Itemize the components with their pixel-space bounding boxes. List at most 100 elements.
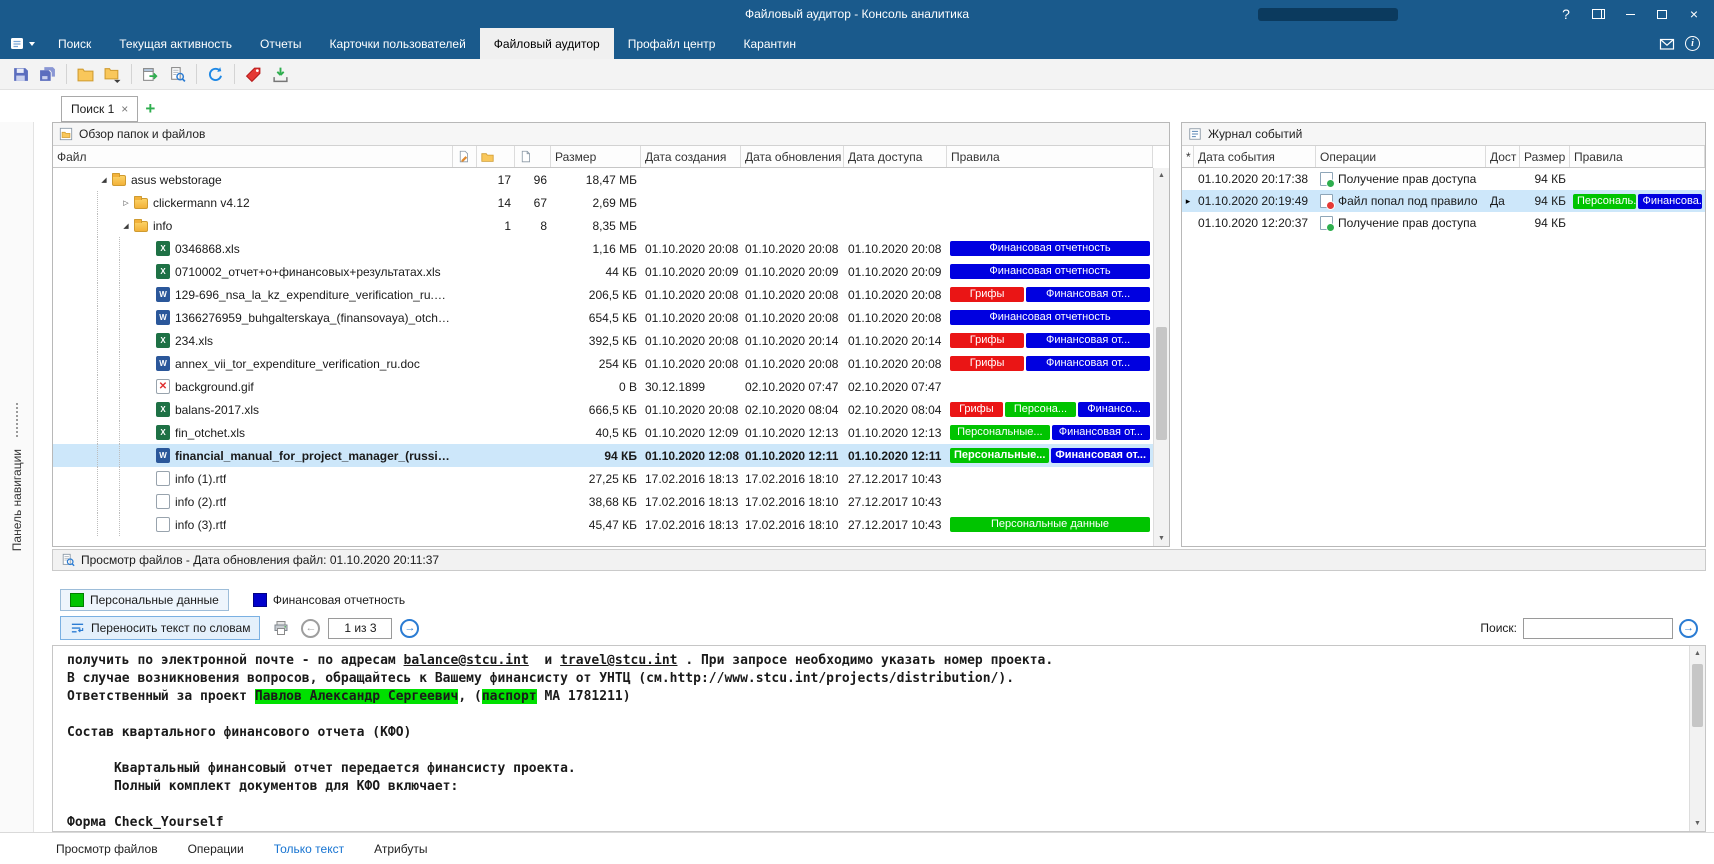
file-row[interactable]: info (2).rtf38,68 КБ17.02.2016 18:1317.0… [53,490,1153,513]
column-header[interactable]: Файл [53,146,453,167]
tree-expand-icon[interactable]: ◢ [97,176,111,184]
page-indicator[interactable]: 1 из 3 [328,618,392,639]
tree-guide [97,467,119,490]
bottom-tab[interactable]: Просмотр файлов [56,842,158,856]
help-button[interactable]: ? [1550,2,1582,26]
file-row[interactable]: info (1).rtf27,25 КБ17.02.2016 18:1317.0… [53,467,1153,490]
file-row[interactable]: ▷clickermann v4.1214672,69 МБ [53,191,1153,214]
download-button[interactable] [268,62,293,87]
file-name-cell: ◢info [53,214,453,237]
rule-tag-toggle[interactable]: Персональные данные [60,589,229,611]
save-all-button[interactable] [35,62,60,87]
minimize-button[interactable] [1614,2,1646,26]
folder-open-button[interactable] [73,62,98,87]
file-row[interactable]: Xbalans-2017.xls666,5 КБ01.10.2020 20:08… [53,398,1153,421]
scroll-down-icon[interactable]: ▼ [1690,816,1705,831]
file-row[interactable]: X0346868.xls1,16 МБ01.10.2020 20:0801.10… [53,237,1153,260]
file-row[interactable]: W129-696_nsa_la_kz_expenditure_verificat… [53,283,1153,306]
column-header[interactable]: Правила [1570,146,1705,167]
app-menu-button[interactable] [0,28,44,59]
file-row[interactable]: info (3).rtf45,47 КБ17.02.2016 18:1317.0… [53,513,1153,536]
preview-button[interactable] [165,62,190,87]
tree-expand-icon[interactable]: ◢ [119,222,133,230]
column-header[interactable]: Операции [1316,146,1486,167]
column-header[interactable]: Дата создания [641,146,741,167]
word-wrap-toggle-button[interactable]: Переносить текст по словам [60,616,260,640]
scrollbar-thumb[interactable] [1692,664,1703,727]
viewer-scrollbar[interactable]: ▲ ▼ [1689,646,1705,831]
info-icon[interactable]: i [1685,36,1700,51]
scrollbar-thumb[interactable] [1156,327,1167,440]
menu-item[interactable]: Поиск [44,28,105,59]
event-row[interactable]: 01.10.2020 20:17:38Получение прав доступ… [1182,168,1705,190]
event-row[interactable]: 01.10.2020 12:20:37Получение прав доступ… [1182,212,1705,234]
file-row[interactable]: X234.xls392,5 КБ01.10.2020 20:0801.10.20… [53,329,1153,352]
viewer-text[interactable]: получить по электронной почте - по адрес… [53,646,1689,831]
file-name-cell: info (2).rtf [53,490,453,513]
column-header[interactable] [515,146,551,167]
menu-item[interactable]: Профайл центр [614,28,730,59]
navigation-panel-label[interactable]: Панель навигации [10,449,24,551]
size-cell: 94 КБ [1520,190,1570,212]
file-row[interactable]: ◢asus webstorage179618,47 МБ [53,168,1153,191]
save-button[interactable] [8,62,33,87]
column-header[interactable]: Размер [1520,146,1570,167]
rule-tag-toggle[interactable]: Финансовая отчетность [243,589,415,611]
menu-item[interactable]: Отчеты [246,28,315,59]
file-row[interactable]: Wfinancial_manual_for_project_manager_(r… [53,444,1153,467]
splitter-grip-icon[interactable] [16,403,18,437]
search-input[interactable] [1523,618,1673,639]
file-row[interactable]: Wannex_vii_tor_expenditure_verification_… [53,352,1153,375]
document-tabstrip: Поиск 1 × + [0,90,1714,122]
bottom-tab[interactable]: Только текст [274,842,344,856]
add-tab-button[interactable]: + [138,96,162,122]
menu-item[interactable]: Карантин [729,28,809,59]
folder-dropdown-button[interactable] [100,62,125,87]
column-header[interactable]: Дата доступа [844,146,947,167]
accessed-cell: 01.10.2020 20:08 [844,306,947,329]
scroll-up-icon[interactable]: ▲ [1690,646,1705,661]
column-header[interactable]: Дата события [1194,146,1316,167]
tree-guide [97,398,119,421]
bottom-tab[interactable]: Операции [188,842,244,856]
column-header[interactable]: Размер [551,146,641,167]
refresh-button[interactable] [203,62,228,87]
column-header[interactable] [477,146,515,167]
navigation-panel[interactable]: Панель навигации [0,122,34,832]
menu-item[interactable]: Карточки пользователей [316,28,480,59]
print-button[interactable] [268,616,293,640]
tag-button[interactable] [241,62,266,87]
scroll-up-icon[interactable]: ▲ [1154,168,1169,183]
file-row[interactable]: ◢info188,35 МБ [53,214,1153,237]
next-page-button[interactable]: → [400,619,419,638]
column-header[interactable] [453,146,477,167]
file-row[interactable]: W1366276959_buhgalterskaya_(finansovaya)… [53,306,1153,329]
column-header[interactable]: Дост [1486,146,1520,167]
panel-toggle-button[interactable] [1582,2,1614,26]
file-row[interactable]: ✕background.gif0 В30.12.189902.10.2020 0… [53,375,1153,398]
bottom-tab[interactable]: Атрибуты [374,842,427,856]
column-header[interactable]: Правила [947,146,1153,167]
menu-item[interactable]: Файловый аудитор [480,28,614,59]
tab-search-1[interactable]: Поиск 1 × [61,96,138,122]
export-button[interactable] [138,62,163,87]
tree-expand-icon[interactable]: ▷ [119,199,133,207]
created-cell [641,214,741,237]
file-table-scrollbar[interactable]: ▲ ▼ [1153,168,1169,546]
file-row[interactable]: X0710002_отчет+о+финансовых+результатах.… [53,260,1153,283]
close-button[interactable]: × [1678,2,1710,26]
file-count-cell: 8 [515,214,551,237]
column-header[interactable]: * [1182,146,1194,167]
menu-item[interactable]: Текущая активность [105,28,246,59]
search-go-button[interactable]: → [1679,619,1698,638]
event-row[interactable]: ▸01.10.2020 20:19:49Файл попал под прави… [1182,190,1705,212]
previous-page-button[interactable]: ← [301,619,320,638]
maximize-button[interactable] [1646,2,1678,26]
close-tab-icon[interactable]: × [121,103,128,115]
column-header[interactable]: Дата обновления [741,146,844,167]
tree-guide [119,329,141,352]
scroll-down-icon[interactable]: ▼ [1154,531,1169,546]
send-report-icon[interactable] [1659,36,1675,52]
file-name-cell: Xfin_otchet.xls [53,421,453,444]
file-row[interactable]: Xfin_otchet.xls40,5 КБ01.10.2020 12:0901… [53,421,1153,444]
